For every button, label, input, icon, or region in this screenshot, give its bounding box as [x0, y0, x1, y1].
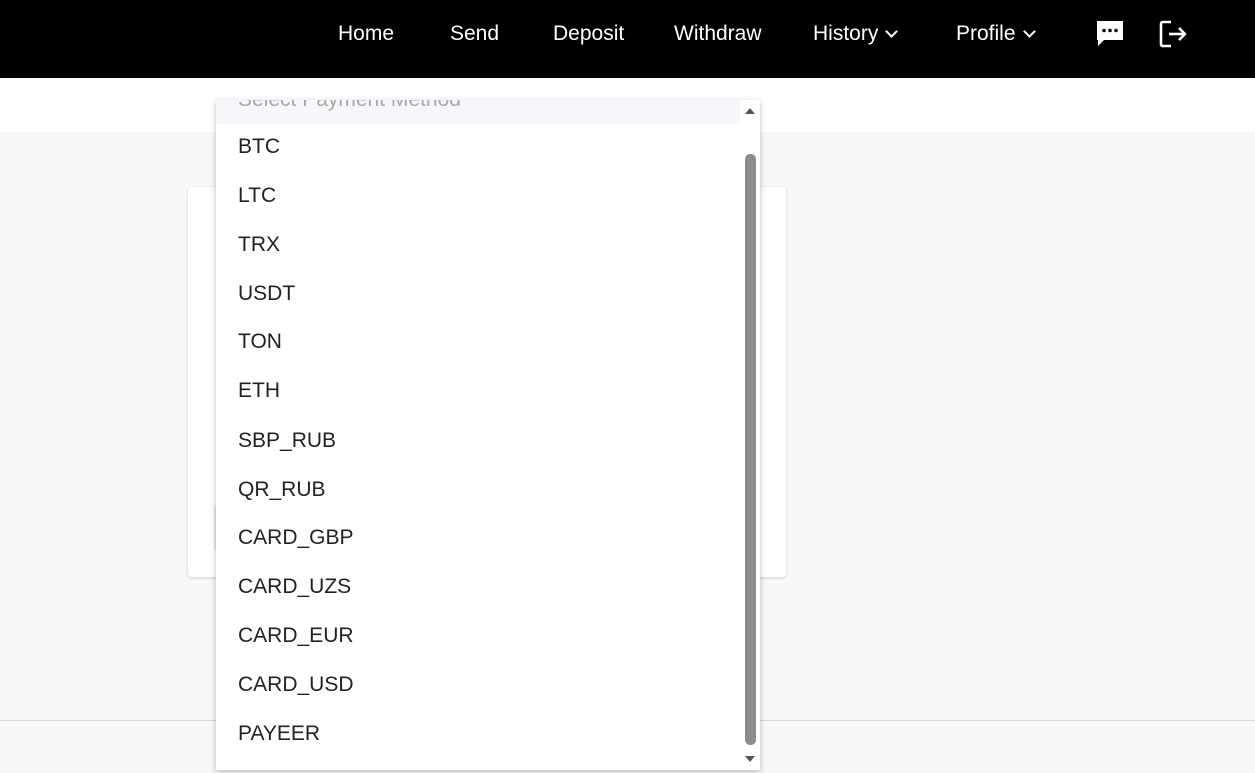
dropdown-option[interactable]: TRX: [216, 221, 740, 269]
logout-icon[interactable]: [1158, 18, 1190, 50]
chat-bubble-icon[interactable]: [1094, 18, 1126, 50]
scroll-up-arrow-icon[interactable]: [745, 108, 755, 114]
dropdown-option[interactable]: CARD_GBP: [216, 514, 740, 562]
chevron-down-icon: [885, 24, 899, 38]
dropdown-option[interactable]: SBP_RUB: [216, 417, 740, 465]
dropdown-option[interactable]: CARD_EUR: [216, 612, 740, 660]
dropdown-option[interactable]: USDT: [216, 270, 740, 318]
nav-deposit-link[interactable]: Deposit: [553, 0, 624, 68]
dropdown-scrollbar[interactable]: [740, 100, 760, 770]
nav-withdraw-link[interactable]: Withdraw: [674, 0, 762, 68]
nav-profile-dropdown[interactable]: Profile: [956, 0, 1036, 68]
scrollbar-thumb[interactable]: [745, 154, 756, 745]
nav-deposit-label: Deposit: [553, 22, 625, 45]
top-navbar: Home Send Deposit Withdraw History Profi…: [0, 0, 1255, 78]
scroll-down-arrow-icon[interactable]: [745, 756, 755, 762]
nav-withdraw-label: Withdraw: [674, 22, 762, 45]
payment-method-dropdown-list[interactable]: Select Payment Method BTC LTC TRX USDT T…: [216, 100, 760, 770]
dropdown-option[interactable]: CARD_UZS: [216, 563, 740, 611]
dropdown-option[interactable]: TON: [216, 318, 740, 366]
nav-home-link[interactable]: Home: [338, 0, 394, 68]
dropdown-placeholder-option[interactable]: Select Payment Method: [216, 100, 740, 124]
nav-send-link[interactable]: Send: [450, 0, 499, 68]
dropdown-option[interactable]: QR_RUB: [216, 466, 740, 514]
chevron-down-icon: [1022, 24, 1036, 38]
dropdown-option[interactable]: BTC: [216, 123, 740, 171]
dropdown-option[interactable]: LTC: [216, 172, 740, 220]
nav-send-label: Send: [450, 22, 500, 45]
nav-home-label: Home: [338, 22, 395, 45]
dropdown-placeholder-text: Select Payment Method: [238, 100, 461, 112]
dropdown-option[interactable]: PAYEER: [216, 710, 740, 758]
dropdown-option[interactable]: CARD_USD: [216, 661, 740, 709]
dropdown-option[interactable]: ETH: [216, 367, 740, 415]
nav-history-label: History: [813, 22, 879, 45]
nav-history-dropdown[interactable]: History: [813, 0, 899, 68]
nav-profile-label: Profile: [956, 22, 1016, 45]
